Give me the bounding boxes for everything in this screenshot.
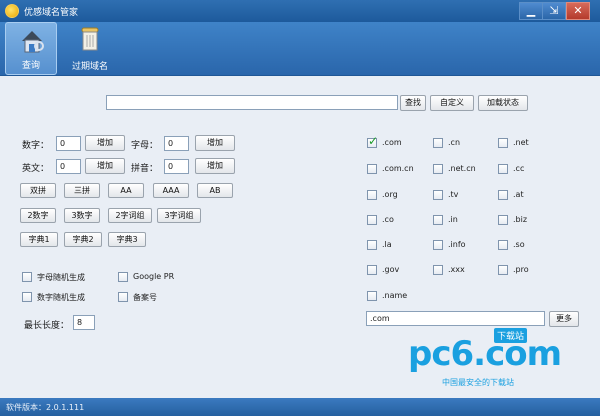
pattern-button[interactable]: 三拼 [64,183,100,198]
window-title: 优感域名管家 [24,8,79,18]
digits-field[interactable]: 0 [56,136,81,151]
tld-label: .xxx [448,265,465,274]
tld-label: .cc [513,164,525,173]
tld-checkbox[interactable] [498,190,508,200]
random-letters-label: 字母随机生成 [37,273,85,282]
add-pinyin-button[interactable]: 增加 [195,158,235,174]
google-pr-label: Google PR [133,272,175,281]
tld-label: .so [513,240,525,249]
restore-icon[interactable]: ⇲ [542,2,566,20]
tool-query-label: 查询 [21,61,40,71]
random-digits-checkbox[interactable] [22,292,32,302]
tld-checkbox[interactable] [433,215,443,225]
tool-expired-domains[interactable]: 过期域名 [68,22,112,75]
tld-checkbox[interactable] [367,164,377,174]
max-length-label: 最长长度： [24,321,70,331]
search-input[interactable] [106,95,398,110]
add-digits-button[interactable]: 增加 [85,135,125,151]
pattern-button[interactable]: 2字词组 [108,208,152,223]
version-text: 软件版本：2.0.1.111 [6,403,85,412]
tld-label: .in [448,215,458,224]
custom-button[interactable]: 自定义 [430,95,474,111]
beian-label: 备案号 [133,293,157,302]
tld-checkbox[interactable] [433,265,443,275]
pattern-button[interactable]: 字典3 [108,232,146,247]
suffix-field[interactable]: .com [366,311,545,326]
tld-checkbox[interactable] [433,138,443,148]
tld-label: .gov [382,265,400,274]
find-button[interactable]: 查找 [400,95,426,111]
digits-label: 数字： [22,141,50,151]
watermark-badge: 下载站 [494,328,528,343]
tld-checkbox[interactable] [498,240,508,250]
pattern-button[interactable]: AB [197,183,233,198]
tld-label: .pro [513,265,529,274]
tool-expired-label: 过期域名 [71,62,108,72]
tld-label: .la [382,240,392,249]
load-status-button[interactable]: 加载状态 [478,95,528,111]
tld-label: .net [513,138,529,147]
letters-field[interactable]: 0 [164,136,189,151]
max-length-field[interactable]: 8 [73,315,95,330]
app-logo-icon [5,4,19,18]
watermark-tagline: 中国最安全的下载站 [442,378,514,387]
pattern-button[interactable]: 字典1 [20,232,58,247]
minimize-icon[interactable]: ▁ [519,2,543,20]
tld-checkbox[interactable] [498,164,508,174]
tld-label: .com.cn [382,164,414,173]
beian-checkbox[interactable] [118,292,128,302]
more-button[interactable]: 更多 [549,311,579,327]
tld-checkbox[interactable] [367,265,377,275]
tld-checkbox[interactable] [367,134,378,148]
pattern-button[interactable]: 2数字 [20,208,56,223]
tool-query[interactable]: 查询 [5,22,57,75]
english-field[interactable]: 0 [56,159,81,174]
close-icon[interactable]: ✕ [566,2,590,20]
tld-checkbox[interactable] [367,215,377,225]
pattern-button[interactable]: AAA [153,183,189,198]
tld-checkbox[interactable] [498,215,508,225]
tld-checkbox[interactable] [498,265,508,275]
status-bar: 软件版本：2.0.1.111 [0,398,600,416]
tld-label: .biz [513,215,528,224]
english-label: 英文： [22,164,50,174]
letters-label: 字母： [131,141,159,151]
google-pr-checkbox[interactable] [118,272,128,282]
random-digits-label: 数字随机生成 [37,293,85,302]
tld-checkbox[interactable] [433,240,443,250]
pinyin-field[interactable]: 0 [164,159,189,174]
watermark-brand: pc6.com [408,334,562,374]
tld-checkbox[interactable] [367,291,377,301]
tld-checkbox[interactable] [498,138,508,148]
pinyin-label: 拼音： [131,164,159,174]
tld-label: .com [382,138,402,147]
tld-checkbox[interactable] [433,190,443,200]
house-search-icon [22,31,44,53]
pattern-button[interactable]: 3数字 [64,208,100,223]
pc6-watermark-logo: pc6.com 下载站 中国最安全的下载站 [408,328,562,392]
tld-label: .name [382,291,408,300]
trash-can-icon [81,27,99,51]
tld-label: .info [448,240,466,249]
tld-checkbox[interactable] [367,240,377,250]
pattern-button[interactable]: 字典2 [64,232,102,247]
main-toolbar: 查询 过期域名 [0,22,600,76]
pattern-button[interactable]: 3字词组 [157,208,201,223]
add-english-button[interactable]: 增加 [85,158,125,174]
tld-label: .co [382,215,394,224]
tld-label: .tv [448,190,459,199]
tld-label: .cn [448,138,461,147]
pattern-button[interactable]: 双拼 [20,183,56,198]
tld-label: .org [382,190,398,199]
title-bar: 优感域名管家 ▁ ⇲ ✕ [0,0,600,22]
tld-checkbox[interactable] [367,190,377,200]
random-letters-checkbox[interactable] [22,272,32,282]
tld-label: .at [513,190,524,199]
tld-checkbox[interactable] [433,164,443,174]
tld-label: .net.cn [448,164,476,173]
pattern-button[interactable]: AA [108,183,144,198]
add-letters-button[interactable]: 增加 [195,135,235,151]
